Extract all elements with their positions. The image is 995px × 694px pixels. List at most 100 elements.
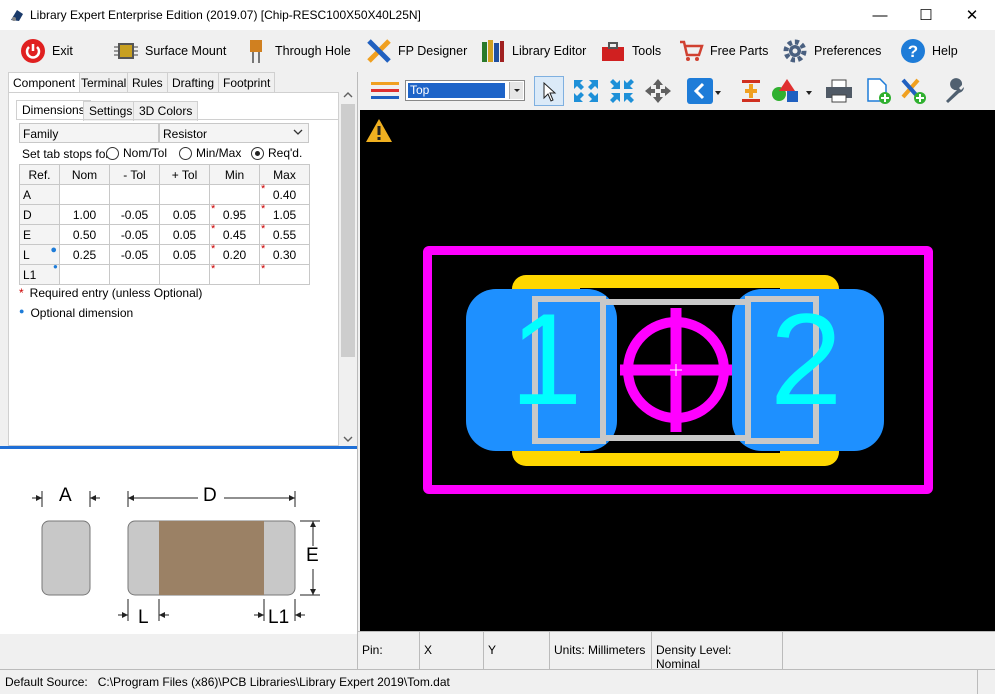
nom-cell[interactable]: 0.50 bbox=[59, 224, 110, 245]
new-design-icon[interactable] bbox=[900, 77, 928, 108]
fp-designer-button[interactable]: FP Designer bbox=[366, 36, 467, 66]
tab-rules[interactable]: Rules bbox=[127, 72, 168, 92]
pad-2-label: 2 bbox=[770, 286, 843, 432]
required-marker: * bbox=[261, 243, 266, 255]
through-hole-button[interactable]: Through Hole bbox=[243, 36, 351, 66]
status-y: Y bbox=[484, 632, 550, 669]
close-button[interactable]: ✕ bbox=[949, 0, 995, 30]
print-icon[interactable] bbox=[824, 78, 854, 107]
max-cell[interactable]: * 0.30 bbox=[259, 243, 310, 265]
cursor-arrow-icon bbox=[543, 81, 557, 105]
align-icon[interactable] bbox=[738, 78, 764, 107]
subtab-settings[interactable]: Settings bbox=[83, 101, 139, 121]
minus-tol-cell[interactable] bbox=[109, 264, 160, 285]
zoom-extents-icon[interactable] bbox=[572, 78, 600, 107]
toolbox-icon bbox=[600, 38, 626, 64]
min-cell[interactable]: * 0.95 bbox=[209, 203, 260, 225]
minus-tol-cell[interactable] bbox=[109, 184, 160, 205]
dimension-table: Ref. Nom - Tol + Tol Min Max A * 0.40 D 1… bbox=[19, 164, 310, 285]
cart-icon bbox=[678, 38, 704, 64]
free-parts-button[interactable]: Free Parts bbox=[678, 36, 768, 66]
zoom-in-icon[interactable] bbox=[608, 78, 636, 107]
pan-icon[interactable] bbox=[644, 78, 672, 107]
preferences-button[interactable]: Preferences bbox=[782, 36, 881, 66]
exit-button[interactable]: Exit bbox=[20, 36, 73, 66]
radio-min-max[interactable]: Min/Max bbox=[179, 146, 241, 160]
help-button[interactable]: ? Help bbox=[900, 36, 958, 66]
optional-dot: ● bbox=[53, 262, 58, 271]
tools-button[interactable]: Tools bbox=[600, 36, 661, 66]
family-select[interactable]: Resistor bbox=[159, 123, 309, 143]
radio-nom-tol[interactable]: Nom/Tol bbox=[106, 146, 167, 160]
nom-cell[interactable] bbox=[59, 264, 110, 285]
required-marker: * bbox=[261, 263, 266, 275]
dimension-d-label: D bbox=[203, 485, 217, 506]
min-cell[interactable]: * 0.20 bbox=[209, 243, 260, 265]
resistor-drawing bbox=[32, 491, 320, 621]
main-toolbar: Exit Surface Mount Through Hole FP Desig… bbox=[0, 30, 995, 72]
chip-icon bbox=[113, 38, 139, 64]
footprint-canvas[interactable]: 1 2 bbox=[360, 110, 995, 631]
minimize-button[interactable]: — bbox=[857, 0, 903, 30]
plus-tol-cell[interactable]: 0.05 bbox=[159, 204, 210, 225]
nom-cell[interactable] bbox=[59, 184, 110, 205]
max-cell[interactable]: * 0.40 bbox=[259, 183, 310, 205]
tabstops-label: Set tab stops for: bbox=[22, 147, 113, 161]
layers-icon[interactable] bbox=[370, 79, 400, 106]
header-max: Max bbox=[259, 164, 310, 185]
nom-cell[interactable]: 1.00 bbox=[59, 204, 110, 225]
through-hole-icon bbox=[243, 38, 269, 64]
dropdown-arrow-icon[interactable] bbox=[714, 86, 722, 100]
tab-terminal[interactable]: Terminal bbox=[76, 72, 132, 92]
tab-component[interactable]: Component bbox=[8, 72, 81, 92]
previous-view-button[interactable] bbox=[687, 78, 713, 104]
new-footprint-icon[interactable] bbox=[865, 77, 893, 108]
min-cell[interactable] bbox=[209, 184, 260, 205]
radio-reqd[interactable]: Req'd. bbox=[251, 146, 302, 160]
plus-tol-cell[interactable]: 0.05 bbox=[159, 224, 210, 245]
scroll-down-icon[interactable] bbox=[343, 435, 353, 443]
table-row: A * 0.40 bbox=[19, 183, 310, 205]
optional-marker: ● bbox=[50, 244, 57, 256]
library-editor-button[interactable]: Library Editor bbox=[480, 36, 586, 66]
required-legend: * Required entry (unless Optional) bbox=[19, 286, 203, 300]
nom-cell[interactable]: 0.25 bbox=[59, 244, 110, 265]
minus-tol-cell[interactable]: -0.05 bbox=[109, 204, 160, 225]
subtab-dimensions[interactable]: Dimensions bbox=[16, 100, 91, 120]
plus-tol-cell[interactable] bbox=[159, 184, 210, 205]
tab-drafting[interactable]: Drafting bbox=[167, 72, 220, 92]
minus-tol-cell[interactable]: -0.05 bbox=[109, 224, 160, 245]
maximize-button[interactable]: ☐ bbox=[903, 0, 949, 30]
table-row: L1 * * bbox=[19, 263, 310, 285]
max-cell[interactable]: * bbox=[259, 263, 310, 285]
scroll-thumb[interactable] bbox=[341, 104, 355, 357]
max-cell[interactable]: * 1.05 bbox=[259, 203, 310, 225]
required-marker: * bbox=[261, 183, 266, 195]
surface-mount-button[interactable]: Surface Mount bbox=[113, 36, 226, 66]
select-tool-button[interactable] bbox=[534, 76, 564, 106]
help-icon: ? bbox=[900, 38, 926, 64]
min-cell[interactable]: * bbox=[209, 263, 260, 285]
wrench-icon[interactable] bbox=[942, 77, 970, 108]
default-source: Default Source: C:\Program Files (x86)\P… bbox=[5, 675, 450, 689]
layer-select[interactable]: Top bbox=[405, 80, 525, 101]
header-minus-tol: - Tol bbox=[109, 164, 160, 185]
max-cell[interactable]: * 0.55 bbox=[259, 223, 310, 245]
shapes-icon[interactable] bbox=[770, 77, 804, 108]
min-cell[interactable]: * 0.45 bbox=[209, 223, 260, 245]
pad-1-label: 1 bbox=[510, 286, 583, 432]
power-icon bbox=[20, 38, 46, 64]
scroll-up-icon[interactable] bbox=[343, 91, 353, 99]
family-value: Resistor bbox=[163, 127, 208, 141]
subtab-3d-colors[interactable]: 3D Colors bbox=[133, 101, 199, 121]
dropdown-arrow-icon[interactable] bbox=[805, 86, 813, 100]
plus-tol-cell[interactable]: 0.05 bbox=[159, 244, 210, 265]
required-marker: * bbox=[211, 243, 216, 255]
minus-tol-cell[interactable]: -0.05 bbox=[109, 244, 160, 265]
books-icon bbox=[480, 38, 506, 64]
tab-footprint[interactable]: Footprint bbox=[218, 72, 276, 92]
required-marker: * bbox=[211, 223, 216, 235]
plus-tol-cell[interactable] bbox=[159, 264, 210, 285]
header-ref: Ref. bbox=[19, 164, 60, 185]
row-ref: D bbox=[19, 204, 60, 225]
